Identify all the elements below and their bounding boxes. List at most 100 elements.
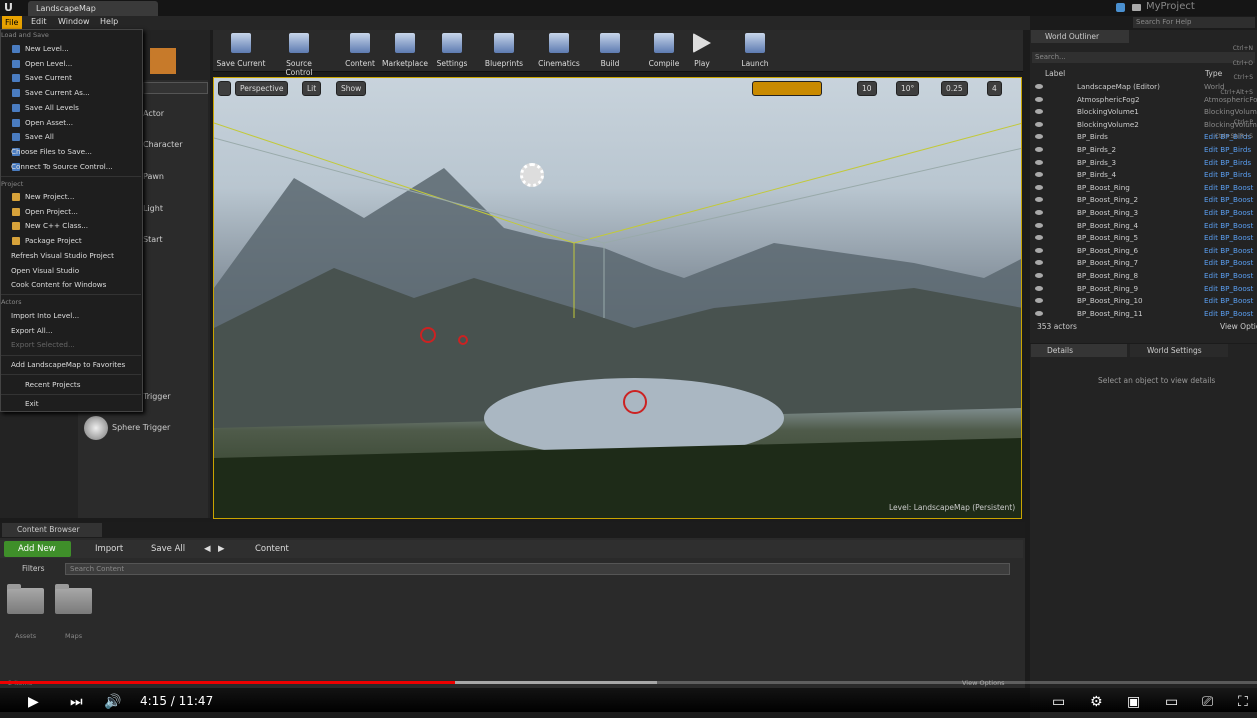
content-path[interactable]: Content (255, 544, 289, 554)
menu-edit[interactable]: Edit (31, 17, 47, 26)
file-menu-item[interactable]: Save All (25, 132, 54, 141)
eye-icon[interactable] (1035, 310, 1043, 316)
outliner-row[interactable]: BP_Boost_Ring_6 Edit BP_Boost (1032, 246, 1257, 258)
file-menu-item[interactable]: Open Asset... (25, 118, 73, 127)
save-current-button[interactable]: Save Current (215, 33, 267, 71)
lit-button[interactable]: Lit (302, 81, 322, 96)
outliner-row[interactable]: BP_Boost_Ring_2 Edit BP_Boost (1032, 195, 1257, 207)
eye-icon[interactable] (1035, 285, 1043, 291)
file-menu-item[interactable]: Import Into Level... (11, 311, 79, 320)
show-button[interactable]: Show (336, 81, 367, 96)
rotation-snap-value[interactable]: 10° (896, 81, 920, 96)
outliner-row[interactable]: BP_Boost_Ring_3 Edit BP_Boost (1032, 208, 1257, 220)
outliner-row[interactable]: BP_Birds_2 Edit BP_Birds (1032, 145, 1257, 157)
outliner-row[interactable]: BlockingVolume1 BlockingVolum (1032, 107, 1257, 119)
eye-icon[interactable] (1035, 134, 1043, 140)
boost-ring-marker[interactable] (623, 390, 647, 414)
file-menu-item[interactable]: New Project... (25, 192, 74, 201)
level-viewport[interactable] (213, 77, 1022, 519)
forward-arrow-icon[interactable]: ▶ (218, 544, 225, 554)
outliner-row[interactable]: BP_Boost_Ring_9 Edit BP_Boost (1032, 284, 1257, 296)
outliner-row-type[interactable]: Edit BP_Boost (1204, 271, 1253, 280)
perspective-button[interactable]: Perspective (235, 81, 289, 96)
file-menu-item[interactable]: Save All Levels (25, 103, 79, 112)
cinematics-button[interactable]: Cinematics (533, 33, 585, 71)
menu-file[interactable]: File (2, 16, 22, 29)
outliner-row-type[interactable]: Edit BP_Boost (1204, 296, 1253, 305)
next-icon[interactable]: ⏭ (70, 694, 83, 710)
source-control-button[interactable]: Source Control (273, 33, 325, 77)
miniplayer-icon[interactable]: ▣ (1127, 694, 1140, 710)
volume-icon[interactable]: 🔊 (104, 694, 121, 710)
file-menu-item[interactable]: Cook Content for Windows (11, 280, 106, 289)
file-menu-item[interactable]: Connect To Source Control... (11, 162, 113, 171)
tab-world-settings[interactable]: World Settings (1130, 344, 1228, 357)
eye-icon[interactable] (1035, 159, 1043, 165)
outliner-row[interactable]: BlockingVolume2 BlockingVolum (1032, 120, 1257, 132)
eye-icon[interactable] (1035, 197, 1043, 203)
outliner-row-type[interactable]: Edit BP_Boost (1204, 221, 1253, 230)
outliner-row-type[interactable]: Edit BP_Birds (1204, 170, 1251, 179)
fullscreen-icon[interactable]: ⛶ (1238, 694, 1248, 710)
outliner-search-input[interactable]: Search... (1032, 52, 1255, 63)
help-search-input[interactable]: Search For Help (1133, 17, 1255, 28)
settings-button[interactable]: Settings (426, 33, 478, 71)
scale-snap-value[interactable]: 0.25 (941, 81, 968, 96)
place-item-sphere-trigger[interactable]: Sphere Trigger (112, 423, 170, 432)
tab-content-browser[interactable]: Content Browser (2, 523, 102, 537)
eye-icon[interactable] (1035, 147, 1043, 152)
outliner-view-options[interactable]: View Options (1220, 322, 1257, 331)
outliner-row[interactable]: BP_Birds_4 Edit BP_Birds (1032, 170, 1257, 182)
marketplace-button[interactable]: Marketplace (379, 33, 431, 71)
eye-icon[interactable] (1035, 210, 1043, 215)
eye-icon[interactable] (1035, 121, 1043, 127)
outliner-row[interactable]: AtmosphericFog2 AtmosphericFo (1032, 95, 1257, 107)
back-arrow-icon[interactable]: ◀ (204, 544, 211, 554)
outliner-row-type[interactable]: Edit BP_Birds (1204, 158, 1251, 167)
launch-button[interactable]: Launch (729, 33, 781, 71)
eye-icon[interactable] (1035, 222, 1043, 228)
file-menu-item[interactable]: Open Project... (25, 207, 78, 216)
build-button[interactable]: Build (584, 33, 636, 71)
file-menu-item[interactable]: Export All... (11, 326, 53, 335)
place-item-character[interactable]: Character (143, 140, 183, 149)
outliner-row[interactable]: BP_Boost_Ring_11 Edit BP_Boost (1032, 309, 1257, 321)
menu-window[interactable]: Window (58, 17, 90, 26)
outliner-row-type[interactable]: Edit BP_Boost (1204, 284, 1253, 293)
blueprints-button[interactable]: Blueprints (478, 33, 530, 71)
boost-ring-marker[interactable] (420, 327, 436, 343)
place-item-pawn[interactable]: Pawn (143, 172, 164, 181)
eye-icon[interactable] (1035, 109, 1043, 115)
outliner-row[interactable]: BP_Boost_Ring Edit BP_Boost (1032, 183, 1257, 195)
subtitles-icon[interactable]: ▭ (1052, 694, 1065, 710)
theater-icon[interactable]: ▭ (1165, 694, 1178, 710)
play-button[interactable]: Play (676, 33, 728, 71)
file-menu-item[interactable]: Open Level... (25, 59, 72, 68)
import-button[interactable]: Import (95, 544, 123, 554)
tab-world-outliner[interactable]: World Outliner (1031, 30, 1129, 43)
place-item-player-start[interactable]: Start (143, 235, 163, 244)
place-item-light[interactable]: Light (143, 204, 163, 213)
outliner-type-header[interactable]: Type (1205, 69, 1222, 78)
outliner-row[interactable]: BP_Boost_Ring_5 Edit BP_Boost (1032, 233, 1257, 245)
sun-light-icon[interactable] (520, 163, 544, 187)
file-menu-item[interactable]: Save Current As... (25, 88, 90, 97)
play-icon[interactable]: ▶ (28, 694, 39, 710)
folder-maps[interactable] (55, 584, 92, 614)
place-item-trigger[interactable]: Trigger (143, 392, 171, 401)
recent-projects-item[interactable]: Recent Projects (25, 380, 80, 389)
eye-icon[interactable] (1035, 273, 1043, 278)
outliner-row[interactable]: BP_Boost_Ring_8 Edit BP_Boost (1032, 271, 1257, 283)
eye-icon[interactable] (1035, 247, 1043, 253)
eye-icon[interactable] (1035, 84, 1043, 89)
transform-tools[interactable] (752, 81, 822, 96)
add-new-button[interactable]: Add New (4, 541, 71, 557)
boost-ring-marker[interactable] (458, 335, 468, 345)
folder-assets[interactable] (7, 584, 44, 614)
eye-icon[interactable] (1035, 235, 1043, 241)
eye-icon[interactable] (1035, 298, 1043, 304)
eye-icon[interactable] (1035, 184, 1043, 190)
file-menu-item[interactable]: Refresh Visual Studio Project (11, 251, 114, 260)
file-menu-item[interactable]: Save Current (25, 73, 72, 82)
outliner-row-type[interactable]: Edit BP_Boost (1204, 309, 1253, 318)
